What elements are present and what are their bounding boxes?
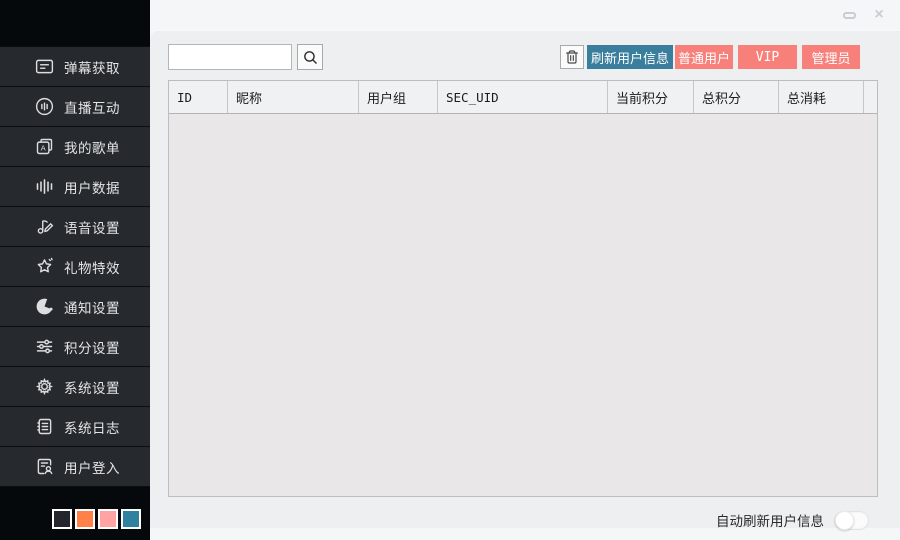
toggle-knob — [835, 511, 854, 530]
points-settings-icon — [33, 336, 55, 358]
col-header-spacer — [864, 81, 877, 113]
titlebar: × — [150, 0, 900, 30]
col-header-id[interactable]: ID — [169, 81, 228, 113]
sidebar-item-danmaku[interactable]: 弹幕获取 — [0, 46, 150, 87]
sidebar-item-notification-settings[interactable]: 通知设置 — [0, 286, 150, 327]
sidebar-item-label: 系统设置 — [64, 377, 120, 397]
log-icon — [33, 416, 55, 438]
refresh-user-info-button[interactable]: 刷新用户信息 — [587, 45, 673, 69]
col-header-nickname[interactable]: 昵称 — [228, 81, 359, 113]
sidebar-item-label: 弹幕获取 — [64, 57, 120, 77]
sidebar-item-label: 我的歌单 — [64, 137, 120, 157]
sidebar-item-playlist[interactable]: A 我的歌单 — [0, 126, 150, 167]
normal-user-button[interactable]: 普通用户 — [675, 45, 733, 69]
sidebar-item-label: 直播互动 — [64, 97, 120, 117]
user-login-icon — [33, 456, 55, 478]
sidebar-item-system-log[interactable]: 系统日志 — [0, 406, 150, 447]
voice-settings-icon — [33, 216, 55, 238]
close-button[interactable]: × — [868, 6, 890, 24]
danmaku-icon — [33, 56, 55, 78]
col-header-user-group[interactable]: 用户组 — [359, 81, 438, 113]
sidebar-item-gift-effects[interactable]: 礼物特效 — [0, 246, 150, 287]
sidebar-item-label: 语音设置 — [64, 217, 120, 237]
sidebar-item-system-settings[interactable]: 系统设置 — [0, 366, 150, 407]
theme-swatch-orange[interactable] — [75, 509, 95, 529]
col-header-current-points[interactable]: 当前积分 — [608, 81, 694, 113]
user-table-body[interactable] — [169, 114, 877, 497]
live-interaction-icon — [33, 96, 55, 118]
delete-users-button[interactable] — [560, 45, 584, 69]
search-button[interactable] — [297, 44, 323, 70]
sidebar-item-voice-settings[interactable]: 语音设置 — [0, 206, 150, 247]
theme-swatch-pink[interactable] — [98, 509, 118, 529]
auto-refresh-toggle[interactable] — [834, 511, 869, 530]
footer-row: 自动刷新用户信息 — [716, 510, 869, 530]
col-header-total-consumed[interactable]: 总消耗 — [779, 81, 864, 113]
user-table-header: ID 昵称 用户组 SEC_UID 当前积分 总积分 总消耗 — [169, 81, 877, 114]
search-input[interactable] — [168, 44, 292, 70]
gift-effects-icon — [33, 256, 55, 278]
sidebar-item-label: 礼物特效 — [64, 257, 120, 277]
search-icon — [302, 49, 319, 66]
minimize-icon — [843, 12, 856, 19]
sidebar-item-user-data[interactable]: 用户数据 — [0, 166, 150, 207]
svg-text:A: A — [40, 143, 46, 152]
close-icon: × — [874, 7, 883, 23]
sidebar-item-label: 系统日志 — [64, 417, 120, 437]
playlist-icon: A — [33, 136, 55, 158]
user-data-icon — [33, 176, 55, 198]
sidebar-item-points-settings[interactable]: 积分设置 — [0, 326, 150, 367]
minimize-button[interactable] — [838, 6, 860, 24]
theme-swatch-dark[interactable] — [52, 509, 72, 529]
gear-icon — [33, 376, 55, 398]
trash-icon — [564, 49, 580, 65]
vip-button[interactable]: VIP — [738, 45, 797, 69]
sidebar-item-live-interaction[interactable]: 直播互动 — [0, 86, 150, 127]
theme-swatch-bar — [0, 497, 150, 540]
sidebar-item-label: 用户登入 — [64, 457, 120, 477]
sidebar-menu: 弹幕获取 直播互动 A 我的歌单 — [0, 46, 150, 487]
main-area: × 刷新用户信息 普通用户 VIP 管理员 ID 昵称 用户组 SEC_UID … — [150, 0, 900, 540]
sidebar-item-label: 用户数据 — [64, 177, 120, 197]
user-table: ID 昵称 用户组 SEC_UID 当前积分 总积分 总消耗 — [168, 80, 878, 497]
notification-settings-icon — [33, 296, 55, 318]
admin-button[interactable]: 管理员 — [802, 45, 860, 69]
col-header-total-points[interactable]: 总积分 — [694, 81, 779, 113]
sidebar-item-user-login[interactable]: 用户登入 — [0, 446, 150, 487]
auto-refresh-label: 自动刷新用户信息 — [716, 510, 824, 530]
col-header-sec-uid[interactable]: SEC_UID — [438, 81, 608, 113]
theme-swatch-teal[interactable] — [121, 509, 141, 529]
sidebar-item-label: 通知设置 — [64, 297, 120, 317]
sidebar: 弹幕获取 直播互动 A 我的歌单 — [0, 0, 150, 540]
sidebar-item-label: 积分设置 — [64, 337, 120, 357]
